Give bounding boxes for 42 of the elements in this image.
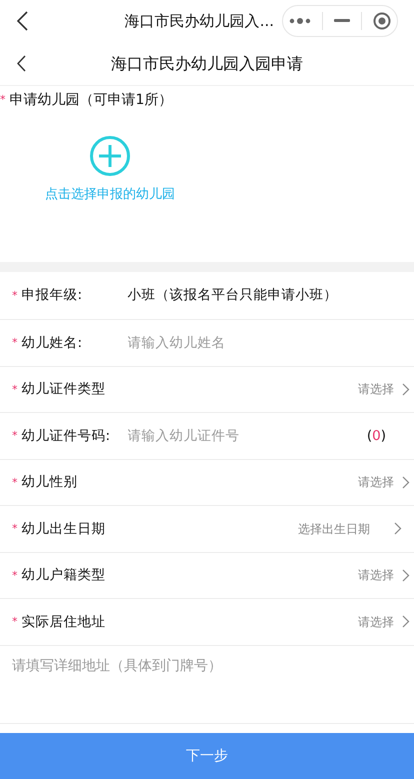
chevron-right-icon: [402, 568, 410, 582]
close-icon[interactable]: [373, 12, 392, 30]
select-field[interactable]: 请选择: [358, 473, 410, 492]
select-field[interactable]: 请选择: [358, 566, 410, 584]
required-mark: *: [0, 94, 6, 105]
character-counter: (0): [366, 426, 386, 446]
back-icon[interactable]: [16, 55, 26, 72]
field-label: 幼儿出生日期: [22, 520, 106, 539]
field-label: 幼儿证件号码:: [22, 426, 112, 446]
required-mark: *: [12, 476, 18, 488]
field-label: 幼儿证件类型: [22, 380, 106, 400]
required-mark: *: [12, 570, 18, 581]
required-mark: *: [12, 384, 18, 395]
chevron-right-icon: [402, 615, 410, 628]
minimize-icon[interactable]: [334, 19, 350, 23]
field-value: 小班（该报名平台只能申请小班）: [128, 286, 338, 306]
field-label: 幼儿性别: [22, 473, 78, 492]
more-icon[interactable]: [288, 18, 311, 24]
field-label: 申报年级:: [22, 286, 84, 306]
add-icon: [89, 135, 131, 177]
required-mark: *: [12, 523, 18, 534]
required-mark: *: [12, 616, 18, 628]
input-field[interactable]: 请输入幼儿姓名: [128, 332, 410, 353]
section-label: 申请幼儿园（可申请1所）: [10, 91, 172, 110]
chevron-right-icon: [394, 522, 402, 536]
required-mark: *: [12, 430, 18, 442]
next-button[interactable]: 下一步: [0, 733, 414, 779]
page-title: 海口市民办幼儿园入...: [124, 10, 274, 32]
select-field[interactable]: 请选择: [358, 380, 410, 398]
back-icon[interactable]: [16, 11, 28, 31]
required-mark: *: [12, 337, 18, 348]
field-label: 幼儿户籍类型: [22, 566, 106, 586]
header-title: 海口市民办幼儿园入园申请: [110, 52, 304, 74]
required-mark: *: [12, 290, 18, 301]
add-kindergarten-button[interactable]: 点击选择申报的幼儿园: [0, 135, 220, 204]
chevron-right-icon: [402, 476, 410, 489]
select-field[interactable]: 选择出生日期: [298, 520, 410, 538]
input-field[interactable]: 请输入幼儿证件号: [128, 426, 367, 446]
chevron-right-icon: [402, 382, 410, 396]
field-label: 实际居住地址: [22, 612, 106, 632]
select-field[interactable]: 请选择: [358, 612, 410, 631]
field-label: 幼儿姓名:: [22, 334, 84, 353]
